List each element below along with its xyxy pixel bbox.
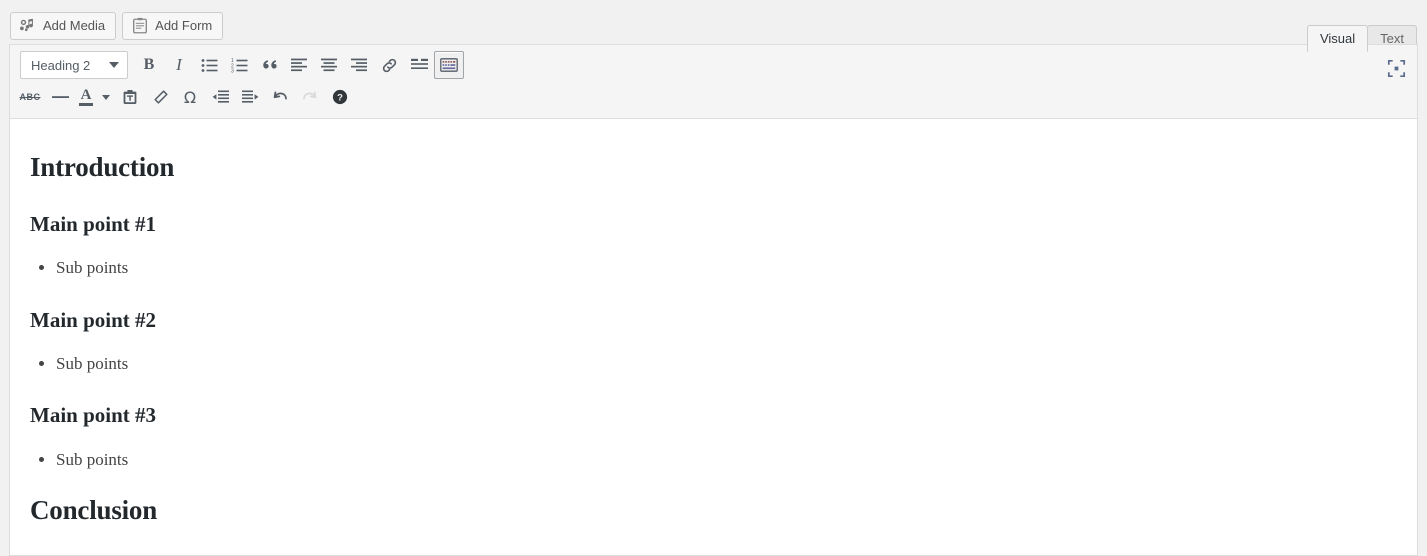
content-heading-main-point-1: Main point #1 (30, 211, 157, 236)
add-form-button[interactable]: Add Form (122, 12, 224, 40)
increase-indent-button[interactable] (235, 83, 265, 111)
align-right-button[interactable] (344, 51, 374, 79)
undo-icon (271, 89, 289, 105)
numbered-list-button[interactable]: 1 2 3 (224, 51, 254, 79)
keyboard-toolbar-icon (440, 58, 458, 72)
italic-label: I (176, 55, 182, 74)
content-list-2: Sub points (30, 351, 1397, 377)
admin-media-icon (19, 17, 37, 35)
insert-read-more-button[interactable] (404, 51, 434, 79)
svg-text:?: ? (337, 93, 343, 104)
redo-button[interactable] (295, 83, 325, 111)
paste-as-text-button[interactable] (115, 83, 145, 111)
content-list-1: Sub points (30, 255, 1397, 281)
omega-icon: Ω (183, 87, 197, 107)
align-center-button[interactable] (314, 51, 344, 79)
list-item: Sub points (56, 255, 1397, 281)
decrease-indent-button[interactable] (205, 83, 235, 111)
link-icon (381, 57, 398, 74)
text-color-dropdown-button[interactable] (97, 83, 115, 111)
clear-formatting-button[interactable] (145, 83, 175, 111)
toolbar-row-secondary: ABC A Ω ? (10, 81, 1417, 113)
content-heading-introduction: Introduction (30, 152, 175, 182)
editor-container: Heading 2 B I 1 2 3 ABC A Ω ? Introducti… (9, 44, 1418, 556)
toolbar-toggle-button[interactable] (434, 51, 464, 79)
text-color-control[interactable]: A (75, 83, 115, 111)
help-icon: ? (332, 89, 348, 105)
chevron-down-icon (109, 62, 119, 68)
bold-button[interactable]: B (134, 51, 164, 79)
media-buttons-group: Add Media Add Form (10, 12, 224, 40)
editor-toolbar: Heading 2 B I 1 2 3 ABC A Ω ? (10, 45, 1417, 119)
read-more-icon (410, 58, 428, 72)
tab-visual-label: Visual (1319, 31, 1356, 46)
content-heading-main-point-2: Main point #2 (30, 307, 157, 332)
strikethrough-button[interactable]: ABC (15, 83, 45, 111)
list-item: Sub points (56, 351, 1397, 377)
bold-label: B (143, 56, 155, 73)
align-left-icon (291, 58, 307, 72)
horizontal-line-icon (51, 90, 69, 104)
add-form-label: Add Form (155, 18, 213, 33)
format-select[interactable]: Heading 2 (20, 51, 128, 79)
toolbar-row-primary: Heading 2 B I 1 2 3 (10, 45, 1417, 81)
content-list-3: Sub points (30, 447, 1397, 473)
text-color-label: A (80, 87, 92, 103)
indent-icon (241, 90, 259, 104)
add-media-label: Add Media (43, 18, 106, 33)
align-left-button[interactable] (284, 51, 314, 79)
italic-button[interactable]: I (164, 51, 194, 79)
fullscreen-icon (1387, 59, 1406, 83)
quote-icon (261, 58, 278, 72)
tab-visual[interactable]: Visual (1306, 25, 1369, 52)
blockquote-button[interactable] (254, 51, 284, 79)
content-heading-main-point-3: Main point #3 (30, 403, 157, 428)
horizontal-rule-button[interactable] (45, 83, 75, 111)
format-select-value: Heading 2 (31, 57, 91, 73)
svg-text:3: 3 (231, 68, 234, 73)
text-color-button[interactable]: A (75, 83, 97, 111)
distraction-free-mode-button[interactable] (1381, 57, 1411, 85)
content-heading-conclusion: Conclusion (30, 495, 158, 525)
numbered-list-icon: 1 2 3 (231, 58, 248, 73)
bulleted-list-button[interactable] (194, 51, 224, 79)
undo-button[interactable] (265, 83, 295, 111)
eraser-icon (152, 89, 169, 105)
strikethrough-label: ABC (19, 92, 41, 102)
add-media-button[interactable]: Add Media (10, 12, 117, 40)
align-center-icon (321, 58, 337, 72)
align-right-icon (351, 58, 367, 72)
insert-link-button[interactable] (374, 51, 404, 79)
editor-content-area[interactable]: Introduction Main point #1 Sub points Ma… (10, 119, 1417, 555)
clipboard-icon (122, 89, 138, 105)
form-document-icon (131, 17, 149, 35)
keyboard-shortcuts-help-button[interactable]: ? (325, 83, 355, 111)
list-item: Sub points (56, 447, 1397, 473)
chevron-down-icon (102, 94, 110, 100)
special-character-button[interactable]: Ω (175, 83, 205, 111)
redo-icon (301, 89, 319, 105)
bulleted-list-icon (201, 58, 218, 73)
outdent-icon (212, 90, 229, 104)
text-color-swatch (79, 103, 93, 106)
